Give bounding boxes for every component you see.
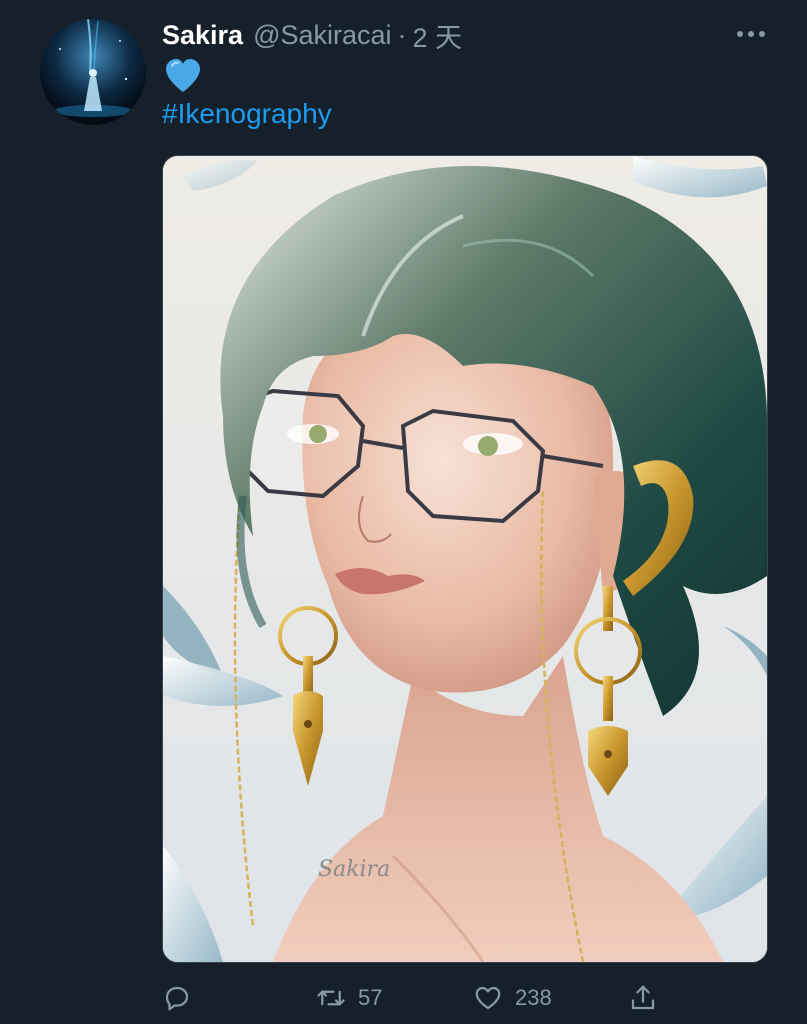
hashtag-link[interactable]: #Ikenography [162,98,332,130]
retweet-count: 57 [358,985,383,1010]
timestamp[interactable]: 2 天 [413,16,463,55]
tweet: Sakira @Sakiracai · 2 天 #Ikenography Sak… [0,0,807,1024]
reply-icon [165,986,189,1011]
more-horizontal-icon[interactable] [733,20,769,48]
action-bar: 57 238 [0,972,807,1024]
artist-signature: Sakira [318,857,390,882]
tweet-header: Sakira @Sakiracai · 2 天 [162,14,462,56]
separator-dot: · [397,19,407,50]
heart-icon [475,986,501,1010]
like-button[interactable]: 238 [473,980,552,1016]
display-name[interactable]: Sakira [162,20,243,51]
retweet-icon [317,990,345,1006]
reply-button[interactable] [162,980,204,1016]
blue-heart-emoji [164,58,202,94]
retweet-button[interactable]: 57 [316,980,382,1016]
share-button[interactable] [628,980,658,1016]
avatar-image [40,19,146,125]
user-handle[interactable]: @Sakiracai [253,20,391,51]
illustration: Sakira [163,156,767,962]
like-count: 238 [515,985,552,1010]
tweet-image[interactable]: Sakira [162,155,768,963]
share-icon [631,985,655,1010]
avatar[interactable] [40,19,146,125]
